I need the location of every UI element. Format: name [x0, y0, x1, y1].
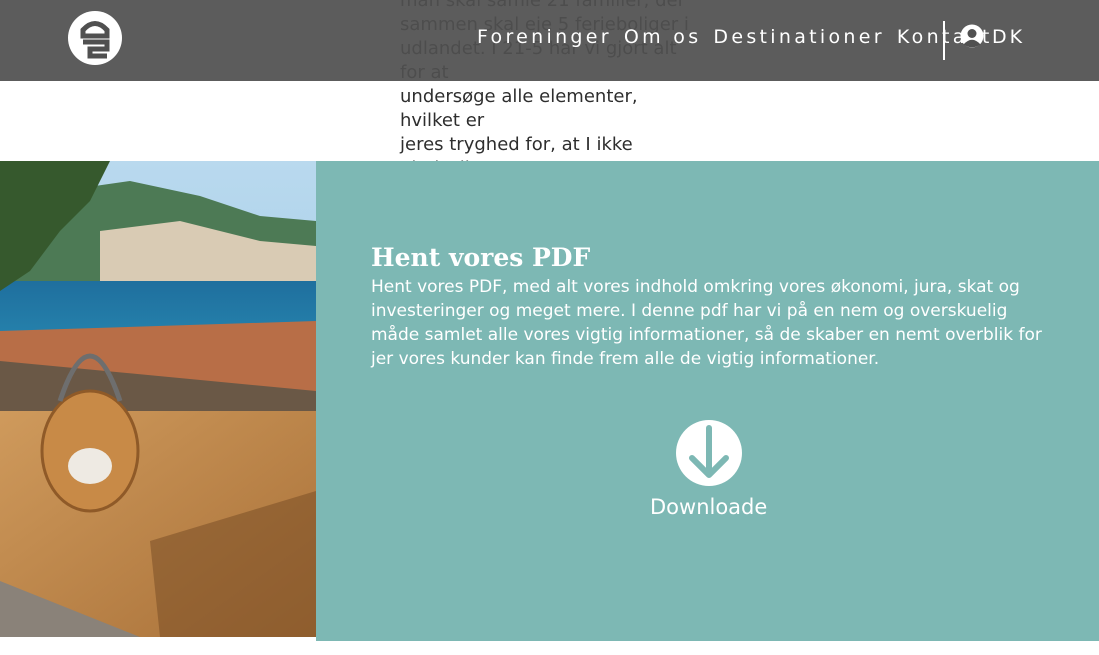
download-arrow-icon[interactable]: [675, 419, 743, 487]
nav-item-foreninger[interactable]: Foreninger: [477, 26, 612, 48]
logo-icon[interactable]: [66, 9, 124, 67]
terrace-photo: [0, 161, 316, 637]
nav-divider: [943, 21, 945, 60]
pdf-description: Hent vores PDF, med alt vores indhold om…: [371, 277, 1042, 369]
hero-photo: [0, 161, 316, 637]
download-button[interactable]: Downloade: [650, 495, 767, 519]
nav-item-om-os[interactable]: Om os: [624, 26, 702, 48]
language-selector[interactable]: DK: [992, 26, 1025, 48]
nav-item-destinationer[interactable]: Destinationer: [713, 26, 884, 48]
pdf-section: Hent vores PDF Hent vores PDF, med alt v…: [316, 161, 1099, 641]
main-nav: Foreninger Om os Destinationer Kontakt: [477, 26, 993, 48]
pdf-title: Hent vores PDF: [371, 243, 591, 272]
user-icon[interactable]: [960, 24, 984, 48]
site-header: Foreninger Om os Destinationer Kontakt D…: [0, 0, 1099, 81]
